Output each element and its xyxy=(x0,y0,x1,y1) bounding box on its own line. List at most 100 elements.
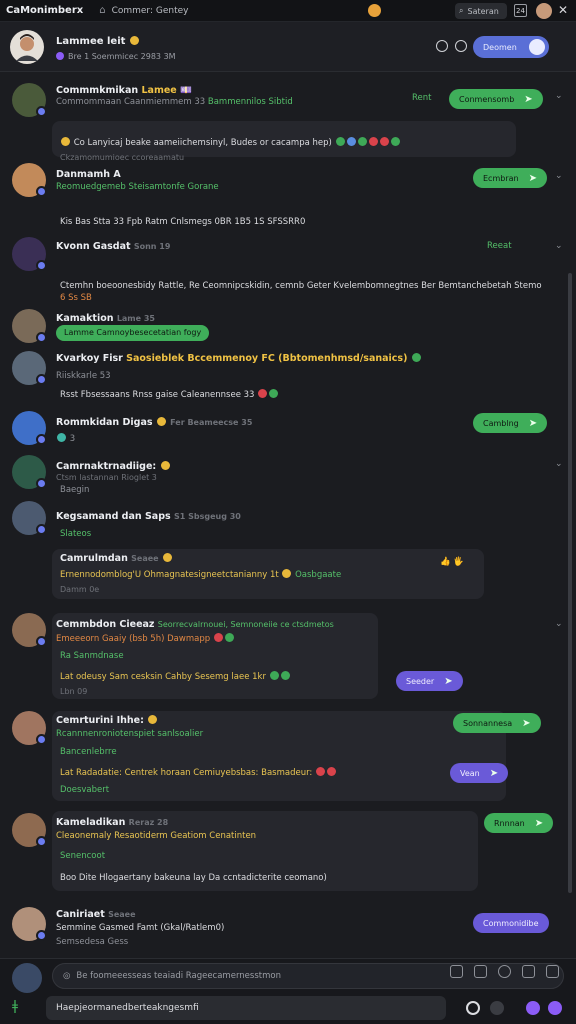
star-icon xyxy=(129,36,139,45)
reply-button[interactable]: Ecmbran ➤ xyxy=(473,168,547,188)
message-text: Reomuedgemeb Steisamtonfe Gorane xyxy=(56,182,219,192)
message-text: Semmine Gasmed Famt (Gkal/Ratlem0) xyxy=(56,923,225,933)
chevron-down-icon[interactable]: ⌄ xyxy=(555,459,563,469)
avatar[interactable] xyxy=(12,351,47,385)
reply-button[interactable]: Seeder ➤ xyxy=(396,671,463,691)
reply-button[interactable]: Conmensomb ➤ xyxy=(449,89,543,109)
avatar[interactable] xyxy=(12,907,47,941)
message-text: Bancenlebrre xyxy=(60,747,117,757)
send-icon[interactable] xyxy=(548,1001,562,1015)
message-author: Kvarkoy Fisr Saosieblek Bccemmenoy FC (B… xyxy=(56,353,422,364)
avatar[interactable] xyxy=(12,411,47,445)
avatar[interactable] xyxy=(12,309,47,343)
composer: ◎ Be foomeeesseas teaiadi Rageecamerness… xyxy=(0,958,576,1024)
reply-button[interactable]: Sonnannesa ➤ xyxy=(453,713,541,733)
clock-icon[interactable] xyxy=(455,40,467,52)
quoted-link[interactable]: Lamme Camnoybesecetatian fogy xyxy=(56,325,210,341)
search-label: Sateran xyxy=(467,6,499,16)
toggle-icon xyxy=(529,39,545,55)
reply-button[interactable]: Vean ➤ xyxy=(450,763,509,783)
settings-icon[interactable] xyxy=(466,1001,480,1015)
avatar[interactable] xyxy=(12,237,47,271)
message-text: Doesvabert xyxy=(60,785,110,795)
avatar[interactable] xyxy=(12,711,47,745)
reaction-icon[interactable]: 👍 🖐 xyxy=(440,557,464,567)
counter-icon[interactable]: 24 xyxy=(514,4,527,17)
search-icon: ⌕ xyxy=(459,6,464,15)
list-item: Cemrturini Ihhe: Rcannnenroniotenspiet s… xyxy=(0,709,576,803)
avatar xyxy=(12,963,42,993)
attach-icon[interactable] xyxy=(522,965,535,978)
reply-button[interactable]: Rnnnan ➤ xyxy=(484,813,554,833)
close-icon[interactable]: ✕ xyxy=(558,3,568,17)
user-avatar[interactable] xyxy=(536,3,552,19)
file-icon[interactable] xyxy=(474,965,487,978)
reply-button[interactable]: Commonidibe xyxy=(473,913,549,933)
timestamp: Damm 0e xyxy=(60,585,100,594)
message-meta: Ctsm lastannan Rioglet 3 xyxy=(56,473,157,482)
chat-feed[interactable]: Commmkmikan Lamee 💷 Commommaan Caanmiemm… xyxy=(0,73,576,958)
list-item: Caniriaet Seaee Semmine Gasmed Famt (Gka… xyxy=(0,903,576,953)
reply-field[interactable]: ◎ Be foomeeesseas teaiadi Rageecamerness… xyxy=(52,963,564,989)
list-item: Rommkidan Digas Fer Beameecse 35 3 Cambl… xyxy=(0,409,576,451)
chat-header: Lammee leit Bre 1 Soemmicec 2983 3M Deom… xyxy=(0,22,576,72)
message-text: Senencoot xyxy=(60,851,106,861)
send-icon: ➤ xyxy=(528,172,537,184)
home-icon[interactable]: ⌂ xyxy=(99,5,105,16)
avatar[interactable] xyxy=(12,613,47,647)
reply-icon: ◎ xyxy=(63,971,71,981)
send-icon: ➤ xyxy=(534,817,544,829)
send-icon: ➤ xyxy=(444,675,453,687)
app-title: CaMonimberx xyxy=(6,5,84,16)
info-icon[interactable] xyxy=(436,40,448,52)
message-text: Rsst Fbsessaans Rnss gaise Caleanennsee … xyxy=(60,389,279,400)
chevron-down-icon[interactable]: ⌄ xyxy=(555,171,563,181)
chevron-down-icon[interactable]: ⌄ xyxy=(555,91,563,101)
message-text: Lamme Camnoybesecetatian fogy xyxy=(56,325,210,341)
chevron-down-icon[interactable]: ⌄ xyxy=(555,619,563,629)
plus-icon[interactable]: ǂ xyxy=(12,999,18,1014)
avatar[interactable] xyxy=(12,501,47,535)
message-author: Commmkmikan Lamee 💷 xyxy=(56,85,192,96)
message-text: Semsedesa Gess xyxy=(56,937,129,947)
message-author: Camrnaktrnadiige: xyxy=(56,461,171,472)
gif-icon[interactable] xyxy=(546,965,559,978)
send-icon: ➤ xyxy=(524,93,533,105)
tab-title[interactable]: Commer: Gentey xyxy=(112,6,189,16)
list-item: Kvarkoy Fisr Saosieblek Bccemmenoy FC (B… xyxy=(0,349,576,407)
message-author: Cemmbdon Cieeaz Seorrecvalrnouei, Semnon… xyxy=(56,619,334,630)
avatar[interactable] xyxy=(12,455,47,489)
sticker-icon[interactable] xyxy=(490,1001,504,1015)
message-author: Kvonn Gasdat Sonn 19 xyxy=(56,241,171,252)
reply-button[interactable]: Camblng ➤ xyxy=(473,413,548,433)
message-author: Cemrturini Ihhe: xyxy=(56,715,158,726)
list-item: Kegsamand dan Saps S1 Sbsgeug 30 Slateos xyxy=(0,501,576,543)
notification-icon[interactable] xyxy=(368,4,381,17)
message-text: 6 Ss SB xyxy=(60,293,92,303)
list-item: Camrulmdan Seaee Ernennodomblog'U Ohmagn… xyxy=(0,547,576,603)
message-text: Commommaan Caanmiemmem 33 Bammennilos Si… xyxy=(56,97,293,107)
avatar[interactable] xyxy=(12,813,47,847)
search-button[interactable]: ⌕ Sateran xyxy=(455,3,507,19)
message-text: Kis Bas Stta 33 Fpb Ratm Cnlsmegs 0BR 1B… xyxy=(60,217,306,227)
status-label: Reeat xyxy=(487,241,512,251)
list-item: Commmkmikan Lamee 💷 Commommaan Caanmiemm… xyxy=(0,81,576,162)
record-icon[interactable] xyxy=(526,1001,540,1015)
avatar[interactable] xyxy=(12,163,47,197)
emoji-icon[interactable] xyxy=(498,965,511,978)
message-author: Kegsamand dan Saps S1 Sbsgeug 30 xyxy=(56,511,241,522)
chevron-down-icon[interactable]: ⌄ xyxy=(555,241,563,251)
reply-placeholder: Be foomeeesseas teaiadi Rageecamernesstm… xyxy=(76,971,281,981)
message-input[interactable]: Haepjeormanedberteakngesmfi xyxy=(46,996,446,1020)
reaction-row[interactable]: 3 xyxy=(56,433,75,444)
list-item: Camrnaktrnadiige: Ctsm lastannan Rioglet… xyxy=(0,455,576,497)
message-author: Kameladikan Reraz 28 xyxy=(56,817,169,828)
message-text: Ctemhn boeoonesbidy Rattle, Re Ceomnipcs… xyxy=(60,281,542,291)
message-author: Caniriaet Seaee xyxy=(56,909,136,920)
timestamp: Lbn 09 xyxy=(60,687,88,696)
avatar[interactable] xyxy=(12,83,47,117)
image-icon[interactable] xyxy=(450,965,463,978)
header-toggle-button[interactable]: Deomen xyxy=(473,36,549,58)
avatar[interactable] xyxy=(10,30,44,64)
list-item: Danmamh A Reomuedgemeb Steisamtonfe Gora… xyxy=(0,163,576,233)
